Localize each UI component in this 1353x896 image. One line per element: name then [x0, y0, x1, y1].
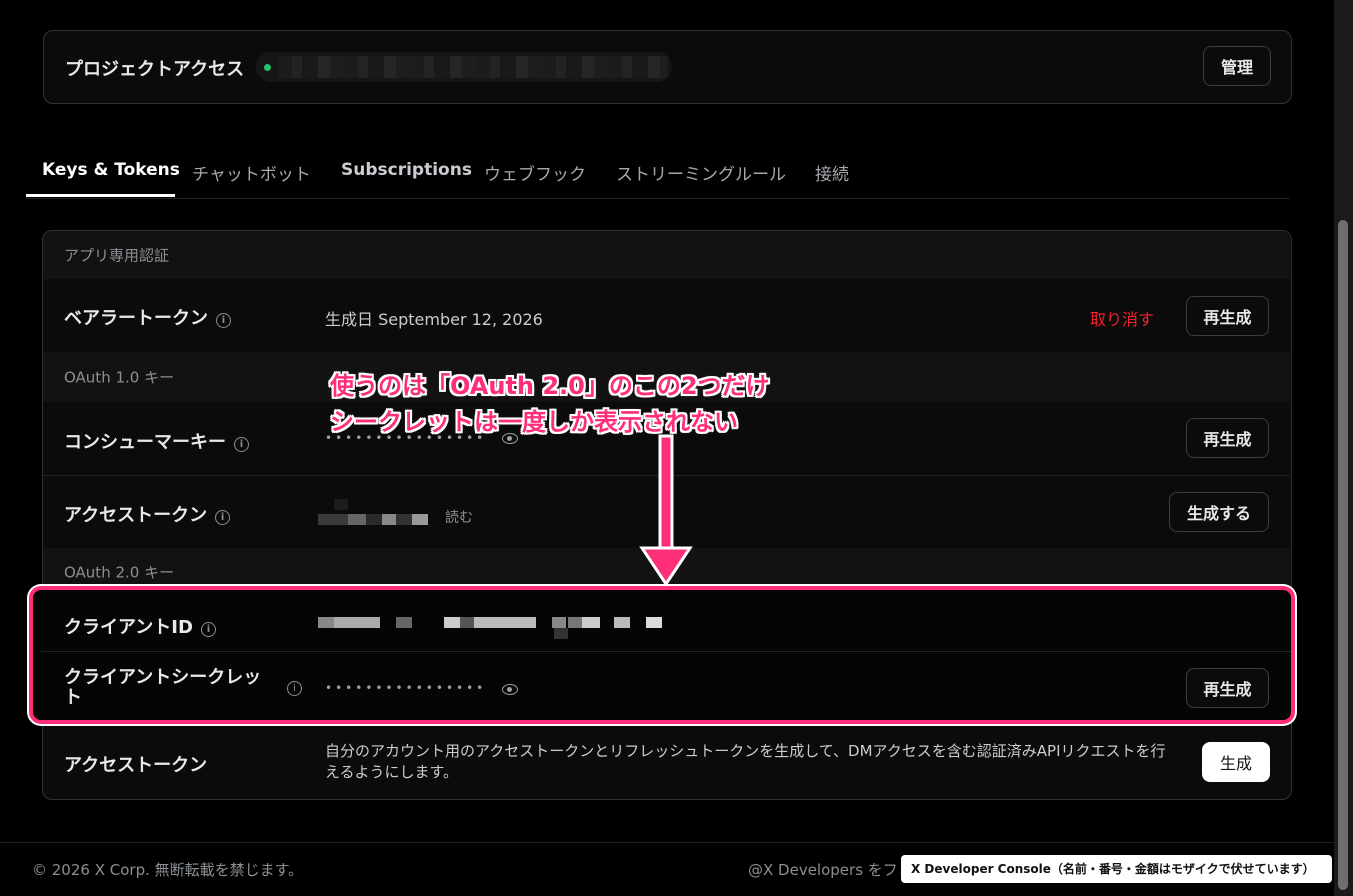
footer-divider — [0, 842, 1334, 843]
tab-streaming-rules[interactable]: ストリーミングルール — [616, 160, 786, 185]
tabs-divider — [26, 198, 1290, 199]
footer-copyright: © 2026 X Corp. 無断転載を禁じます。 — [32, 861, 304, 879]
bearer-regenerate-button[interactable]: 再生成 — [1186, 296, 1269, 336]
scrollbar-track[interactable] — [1334, 0, 1353, 896]
client-id-label: クライアントID i — [64, 613, 216, 639]
tab-subscriptions[interactable]: Subscriptions — [341, 160, 472, 180]
access-token-mosaic — [318, 499, 428, 529]
access-token-label: アクセストークン i — [64, 501, 231, 527]
user-access-token-description: 自分のアカウント用のアクセストークンとリフレッシュトークンを生成して、DMアクセ… — [325, 742, 1166, 781]
tab-chatbot[interactable]: チャットボット — [192, 160, 311, 185]
tab-keys-tokens[interactable]: Keys & Tokens — [42, 160, 180, 180]
manage-button[interactable]: 管理 — [1203, 46, 1271, 86]
annotation-line1: 使うのは「OAuth 2.0」のこの2つだけ — [330, 372, 770, 400]
section-oauth1-label: OAuth 1.0 キー — [64, 368, 175, 387]
section-app-auth-label: アプリ専用認証 — [64, 246, 170, 265]
tab-webhook[interactable]: ウェブフック — [484, 160, 586, 185]
annotation-arrow-icon — [639, 434, 693, 587]
client-id-label-text: クライアントID — [64, 617, 193, 638]
status-dot-icon — [264, 64, 271, 71]
annotation-line2: シークレットは一度しか表示されない — [330, 408, 738, 436]
revoke-link[interactable]: 取り消す — [1090, 306, 1154, 330]
consumer-regenerate-button[interactable]: 再生成 — [1186, 418, 1269, 458]
project-access-title: プロジェクトアクセス — [65, 59, 245, 80]
eye-icon[interactable] — [502, 684, 518, 695]
user-access-token-label: アクセストークン — [64, 755, 208, 776]
user-access-token-generate-button[interactable]: 生成 — [1202, 742, 1270, 782]
project-access-card: プロジェクトアクセス 管理 — [43, 30, 1292, 104]
bearer-token-label: ベアラートークン i — [64, 304, 231, 330]
info-icon[interactable]: i — [234, 437, 249, 452]
tab-active-underline — [26, 194, 175, 197]
info-icon[interactable]: i — [216, 313, 231, 328]
section-app-auth: アプリ専用認証 — [43, 231, 1290, 279]
bearer-created-date: 生成日 September 12, 2026 — [325, 310, 543, 329]
bearer-token-label-text: ベアラートークン — [64, 308, 208, 329]
project-status-pill — [256, 52, 672, 82]
access-token-label-text: アクセストークン — [64, 505, 208, 526]
client-secret-masked: •••••••••••••••• — [325, 681, 487, 695]
scrollbar-thumb[interactable] — [1338, 220, 1348, 890]
project-name-mosaic — [278, 56, 668, 78]
info-icon[interactable]: i — [200, 622, 216, 637]
consumer-key-label: コンシューマーキー i — [64, 428, 249, 454]
section-oauth2-label: OAuth 2.0 キー — [64, 563, 175, 582]
access-token-permission: 読む — [445, 510, 473, 526]
footer-follow-link[interactable]: @X Developers をフォ — [748, 859, 913, 880]
client-id-mosaic — [318, 617, 668, 641]
client-secret-regenerate-button[interactable]: 再生成 — [1186, 668, 1269, 708]
screenshot-caption: X Developer Console（名前・番号・金額はモザイクで伏せています… — [901, 855, 1332, 883]
tab-connections[interactable]: 接続 — [815, 160, 849, 185]
row-divider — [41, 651, 1291, 652]
access-token-generate-button[interactable]: 生成する — [1169, 492, 1269, 532]
consumer-key-label-text: コンシューマーキー — [64, 432, 226, 453]
info-icon[interactable]: i — [287, 681, 302, 696]
client-secret-label: クライアントシークレット — [64, 667, 262, 708]
info-icon[interactable]: i — [215, 510, 231, 525]
